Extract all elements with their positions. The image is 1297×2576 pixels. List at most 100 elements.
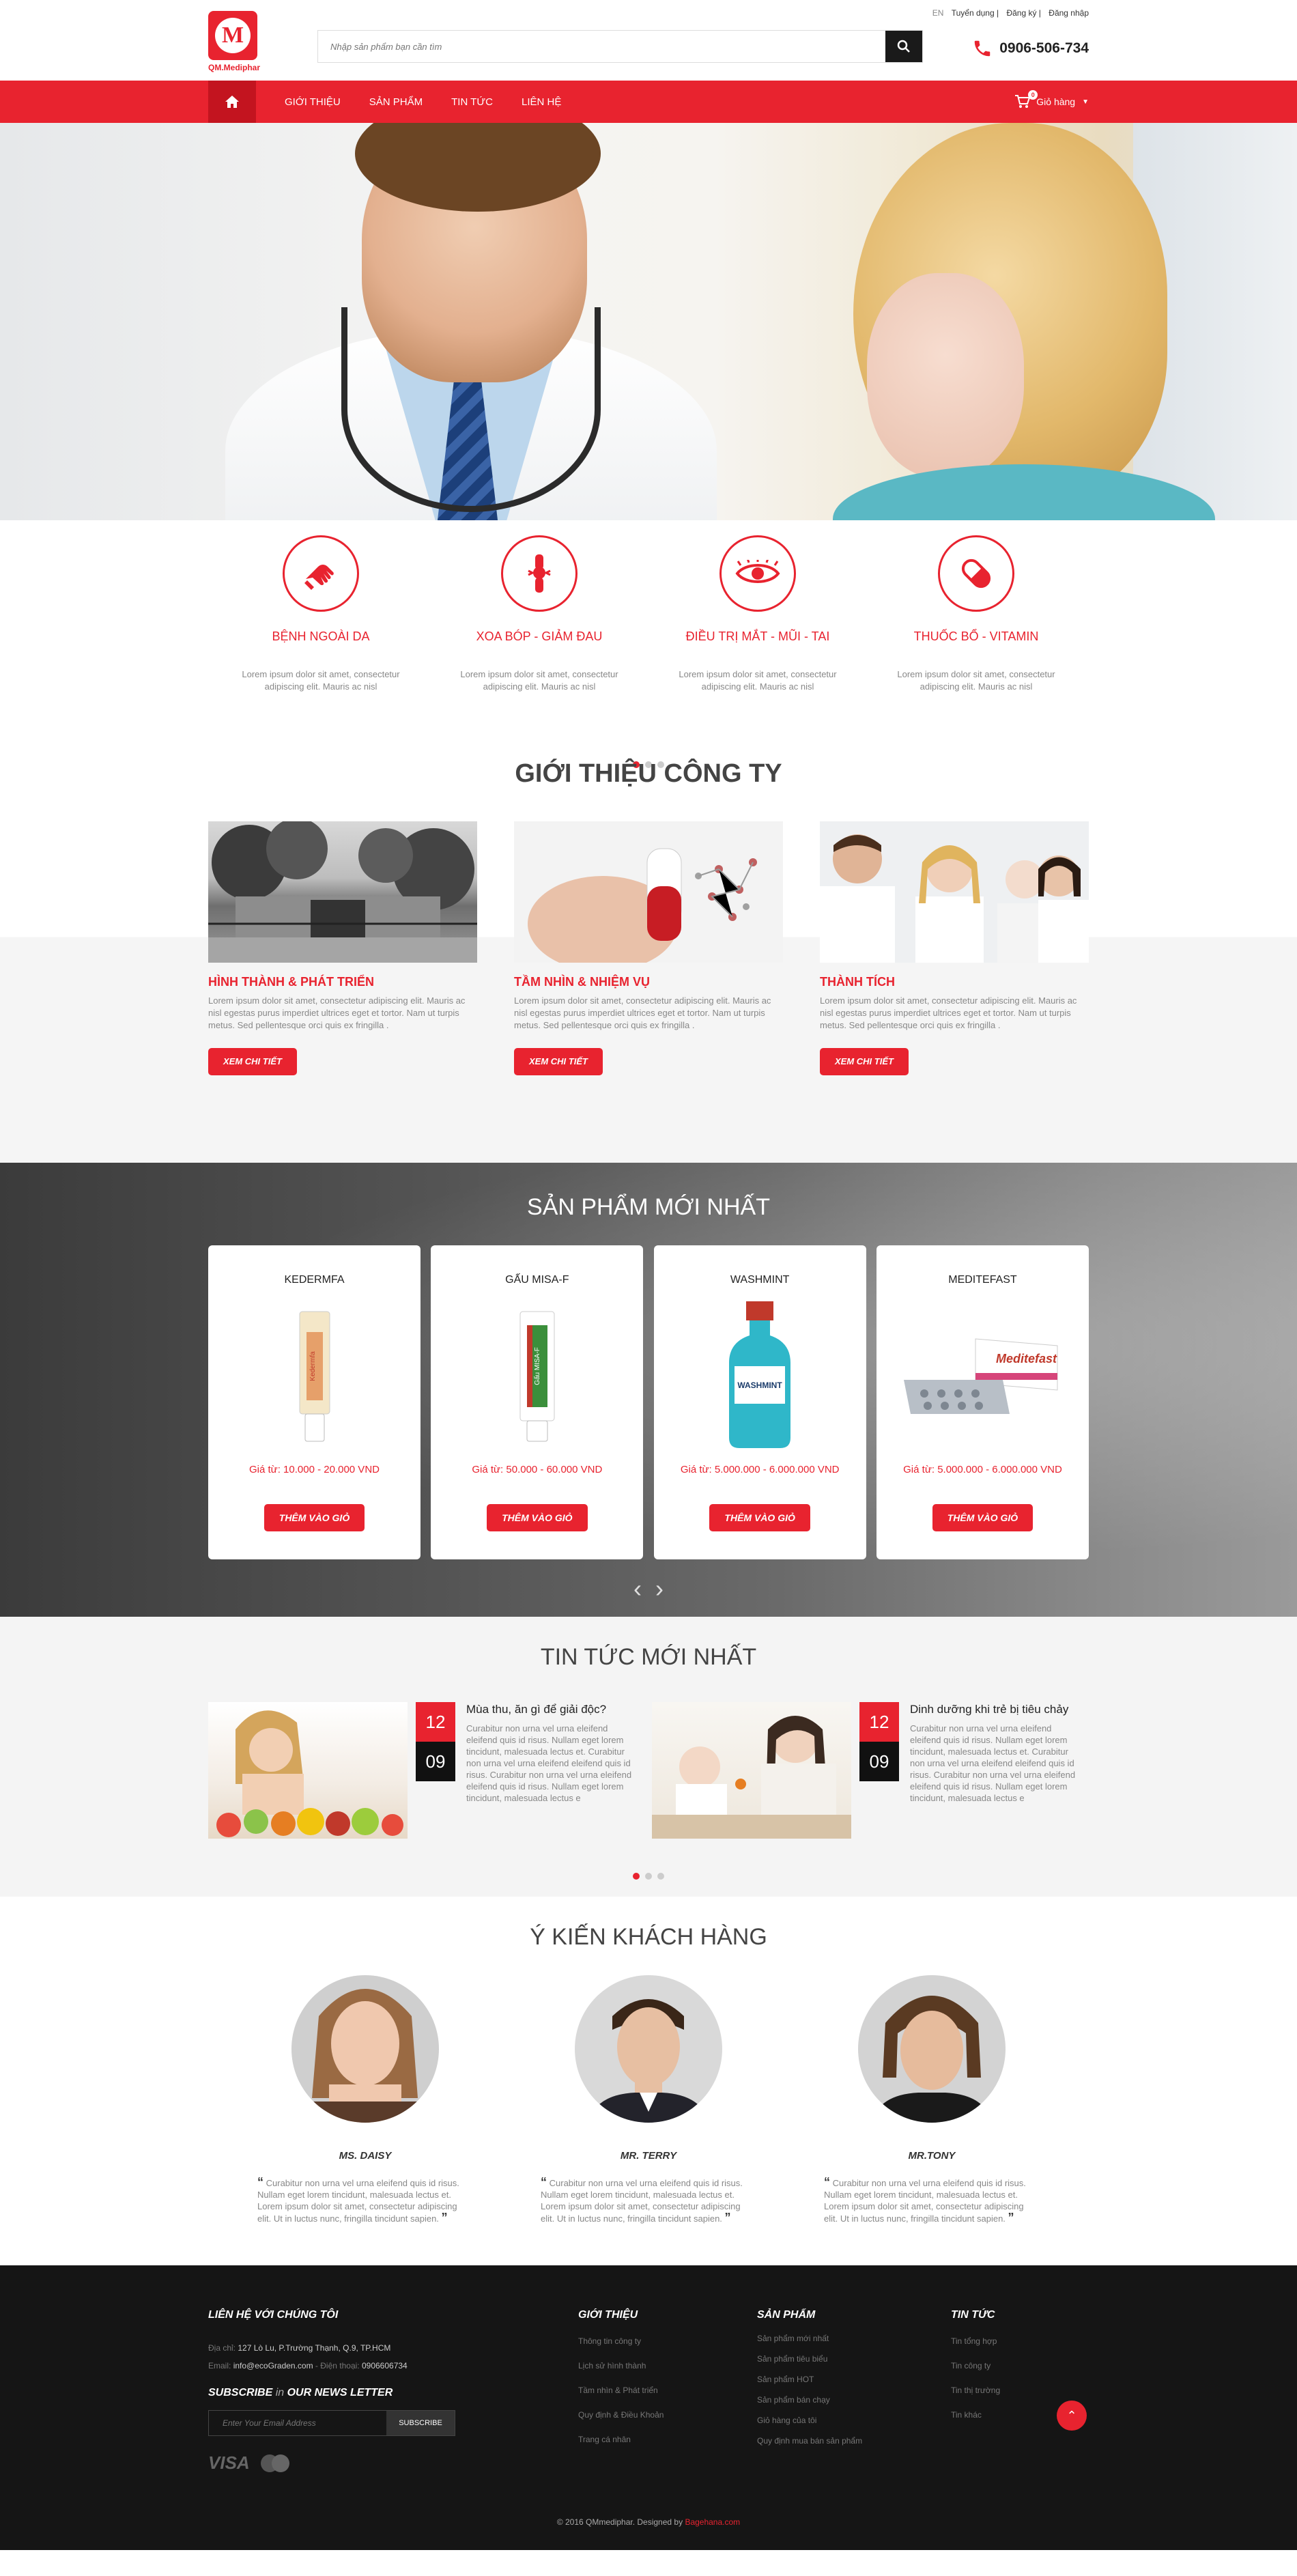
view-detail-button[interactable]: XEM CHI TIẾT	[820, 1048, 909, 1075]
service-item[interactable]: BỆNH NGOÀI DA Lorem ipsum dolor sit amet…	[212, 535, 430, 693]
svg-text:WASHMINT: WASHMINT	[737, 1381, 782, 1390]
about-card: TẦM NHÌN & NHIỆM VỤ Lorem ipsum dolor si…	[514, 821, 783, 1075]
svg-text:Gấu MISA-F: Gấu MISA-F	[533, 1347, 541, 1385]
product-card[interactable]: MEDITEFAST Meditefast Giá từ: 5.000.000 …	[876, 1245, 1089, 1559]
chevron-right-icon[interactable]: ›	[655, 1574, 664, 1602]
register-link[interactable]: Đăng ký |	[1006, 8, 1040, 18]
avatar	[291, 1975, 439, 2123]
chevron-left-icon[interactable]: ‹	[633, 1574, 642, 1602]
footer-link[interactable]: Quy định mua bán sản phẩm	[757, 2436, 951, 2446]
header: M QM.Mediphar EN Tuyển dụng | Đăng ký | …	[0, 0, 1297, 81]
product-card[interactable]: WASHMINT WASHMINT Giá từ: 5.000.000 - 6.…	[653, 1245, 866, 1559]
testimonial-quote: “ Curabitur non urna vel urna eleifend q…	[532, 2176, 765, 2224]
add-to-cart-button[interactable]: THÊM VÀO GIỎ	[932, 1504, 1034, 1531]
footer-link[interactable]: Tin công ty	[951, 2361, 1000, 2370]
designer-link[interactable]: Bagehana.com	[685, 2517, 740, 2527]
pagination-dot[interactable]	[657, 1873, 664, 1880]
nav-about[interactable]: GIỚI THIỆU	[285, 96, 341, 108]
add-to-cart-button[interactable]: THÊM VÀO GIỎ	[263, 1504, 365, 1531]
footer-link[interactable]: Giỏ hàng của tôi	[757, 2416, 951, 2425]
logo[interactable]: M QM.Mediphar	[208, 11, 260, 74]
back-to-top-button[interactable]: ⌃	[1057, 2401, 1087, 2431]
pill-icon	[961, 558, 991, 589]
news-date-month: 12	[859, 1702, 899, 1742]
view-detail-button[interactable]: XEM CHI TIẾT	[514, 1048, 603, 1075]
login-link[interactable]: Đăng nhập	[1049, 8, 1089, 18]
footer-link[interactable]: Lịch sử hình thành	[578, 2361, 757, 2370]
mastercard-icon	[260, 2454, 289, 2472]
service-item[interactable]: THUỐC BỔ - VITAMIN Lorem ipsum dolor sit…	[867, 535, 1085, 693]
footer-link[interactable]: Sản phẩm HOT	[757, 2375, 951, 2384]
pagination-dot[interactable]	[645, 1873, 652, 1880]
phone-value[interactable]: 0906606734	[362, 2361, 408, 2370]
products-section: SẢN PHẨM MỚI NHẤT KEDERMFA Kedermfa Giá …	[0, 1163, 1297, 1617]
subscribe-in: in	[275, 2387, 285, 2398]
news-image[interactable]	[652, 1702, 851, 1839]
testimonial-text: Curabitur non urna vel urna eleifend qui…	[257, 2178, 459, 2224]
nav-home[interactable]	[208, 81, 256, 123]
hero-patient-face	[867, 273, 1024, 478]
footer-link[interactable]: Tầm nhìn & Phát triển	[578, 2386, 757, 2395]
footer-link[interactable]: Sản phẩm mới nhất	[757, 2334, 951, 2343]
about-card-title: TẦM NHÌN & NHIỆM VỤ	[514, 975, 650, 989]
about-card-title: HÌNH THÀNH & PHÁT TRIỂN	[208, 975, 374, 989]
about-image-capsule[interactable]	[514, 821, 783, 963]
recruitment-link[interactable]: Tuyển dụng |	[952, 8, 999, 18]
footer-link[interactable]: Sản phẩm tiêu biểu	[757, 2354, 951, 2364]
address-label: Địa chỉ:	[208, 2343, 236, 2353]
footer-link[interactable]: Sản phẩm bán chạy	[757, 2395, 951, 2405]
quote-close-icon: ”	[1008, 2211, 1014, 2224]
about-card-desc: Lorem ipsum dolor sit amet, consectetur …	[514, 995, 771, 1030]
product-image[interactable]: Meditefast	[876, 1301, 1089, 1452]
baby-photo	[652, 1716, 851, 1839]
service-icon-circle	[938, 535, 1014, 612]
footer-link[interactable]: Thông tin công ty	[578, 2336, 757, 2346]
testimonial-item: MS. DAISY “ Curabitur non urna vel urna …	[249, 1975, 481, 2224]
search-box	[317, 30, 923, 63]
hotline[interactable]: 0906-506-734	[972, 38, 1089, 59]
product-card[interactable]: GẤU MISA-F Gấu MISA-F Giá từ: 50.000 - 6…	[431, 1245, 644, 1559]
subscribe-button[interactable]: SUBSCRIBE	[386, 2411, 455, 2435]
about-image-building[interactable]	[208, 821, 477, 963]
search-button[interactable]	[885, 31, 922, 62]
footer-link[interactable]: Tin thị trường	[951, 2386, 1000, 2395]
add-to-cart-button[interactable]: THÊM VÀO GIỎ	[487, 1504, 588, 1531]
about-card-desc: Lorem ipsum dolor sit amet, consectetur …	[208, 995, 466, 1030]
svg-text:Kedermfa: Kedermfa	[309, 1351, 317, 1381]
view-detail-button[interactable]: XEM CHI TIẾT	[208, 1048, 297, 1075]
nav-products[interactable]: SẢN PHẨM	[369, 96, 423, 108]
about-card: HÌNH THÀNH & PHÁT TRIỂN Lorem ipsum dolo…	[208, 821, 477, 1075]
services-section: BỆNH NGOÀI DA Lorem ipsum dolor sit amet…	[0, 520, 1297, 768]
news-title[interactable]: Dinh dưỡng khi trẻ bị tiêu chảy	[910, 1702, 1081, 1717]
news-item[interactable]: 12 09 Mùa thu, ăn gì để giải độc? Curabi…	[208, 1702, 645, 1839]
service-desc: Lorem ipsum dolor sit amet, consectetur …	[897, 669, 1055, 692]
search-input[interactable]	[318, 31, 885, 62]
news-date-day: 09	[416, 1742, 455, 1781]
product-image[interactable]: WASHMINT	[654, 1301, 866, 1452]
service-item[interactable]: XOA BÓP - GIẢM ĐAU Lorem ipsum dolor sit…	[430, 535, 648, 693]
language-switch[interactable]: EN	[932, 8, 944, 18]
footer-link[interactable]: Tin tổng hợp	[951, 2336, 1000, 2346]
nav-contact[interactable]: LIÊN HỆ	[522, 96, 561, 108]
product-image[interactable]: Kedermfa	[208, 1301, 421, 1452]
news-item[interactable]: 12 09 Dinh dưỡng khi trẻ bị tiêu chảy Cu…	[652, 1702, 1089, 1839]
footer-col-about: GIỚI THIỆU Thông tin công ty Lịch sử hìn…	[578, 2309, 757, 2474]
footer-link[interactable]: Trang cá nhân	[578, 2435, 757, 2444]
pagination-dot[interactable]	[633, 1873, 640, 1880]
product-image[interactable]: Gấu MISA-F	[431, 1301, 643, 1452]
product-card[interactable]: KEDERMFA Kedermfa Giá từ: 10.000 - 20.00…	[208, 1245, 421, 1559]
service-item[interactable]: ĐIỀU TRỊ MẮT - MŨI - TAI Lorem ipsum dol…	[648, 535, 867, 693]
nav-news[interactable]: TIN TỨC	[451, 96, 493, 108]
search-icon	[897, 40, 910, 53]
testimonials-section: Ý KIẾN KHÁCH HÀNG MS. DAISY “ Curabitur …	[0, 1897, 1297, 2265]
news-title[interactable]: Mùa thu, ăn gì để giải độc?	[466, 1702, 637, 1717]
footer-link[interactable]: Quy định & Điều Khoản	[578, 2410, 757, 2420]
email-value[interactable]: info@ecoGraden.com	[233, 2361, 313, 2370]
footer-link[interactable]: Tin khác	[951, 2410, 1000, 2420]
about-image-team[interactable]	[820, 821, 1089, 963]
chevron-up-icon: ⌃	[1066, 2409, 1077, 2422]
newsletter-email-input[interactable]	[209, 2411, 386, 2435]
news-image[interactable]	[208, 1702, 408, 1839]
cart-button[interactable]: 0 Giỏ hàng ▼	[1014, 90, 1089, 109]
add-to-cart-button[interactable]: THÊM VÀO GIỎ	[709, 1504, 810, 1531]
